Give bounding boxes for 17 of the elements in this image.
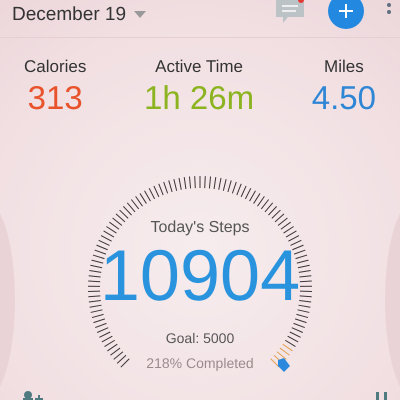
stat-value: 4.50 [312, 80, 376, 116]
add-button[interactable] [328, 0, 364, 29]
stat-value: 313 [28, 80, 83, 116]
steps-count: 10904 [100, 240, 300, 312]
stat-label: Miles [324, 56, 364, 78]
steps-title: Today's Steps [150, 218, 250, 238]
pause-icon[interactable] [376, 392, 388, 400]
steps-goal: Goal: 5000 [166, 328, 234, 348]
completed-text: 218% Completed [146, 354, 254, 373]
stat-label: Calories [24, 56, 86, 78]
add-person-icon[interactable] [22, 390, 44, 400]
stat-label: Active Time [155, 56, 243, 78]
plus-icon [338, 3, 354, 19]
date-title[interactable]: December 19 [12, 0, 126, 29]
progress-marker-icon [276, 358, 290, 372]
dropdown-caret-icon[interactable] [134, 11, 146, 18]
stat-value: 1h 26m [144, 80, 254, 116]
